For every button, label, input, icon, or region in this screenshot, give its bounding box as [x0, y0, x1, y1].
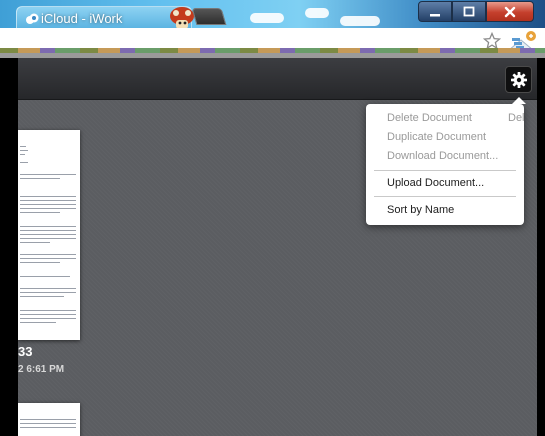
- text-line: [20, 314, 76, 315]
- maximize-button[interactable]: [452, 1, 486, 22]
- text-line: [20, 208, 76, 209]
- tab-title: iCloud - iWork: [41, 11, 123, 26]
- menu-separator: [374, 196, 516, 197]
- text-line: [20, 162, 28, 163]
- text-line: [20, 226, 76, 227]
- cloud-decoration: [340, 16, 380, 26]
- close-button[interactable]: [486, 1, 534, 22]
- window-edge: [537, 58, 545, 436]
- window-controls: [418, 1, 534, 22]
- text-line: [20, 419, 76, 420]
- text-line: [20, 150, 28, 151]
- text-line: [20, 262, 60, 263]
- window-edge: [0, 58, 18, 436]
- text-line: [20, 258, 76, 259]
- document-modified-time: 2 6:61 PM: [18, 364, 65, 375]
- menu-separator: [374, 170, 516, 171]
- document-name[interactable]: 33: [18, 344, 32, 359]
- settings-button[interactable]: [505, 66, 532, 93]
- text-line: [20, 427, 76, 428]
- menu-item-delete-document[interactable]: Delete Document: [387, 112, 472, 124]
- minimize-button[interactable]: [418, 1, 452, 22]
- text-line: [20, 292, 76, 293]
- maximize-icon: [463, 6, 475, 16]
- text-line: [20, 196, 76, 197]
- text-line: [20, 204, 76, 205]
- document-thumbnail[interactable]: [18, 130, 80, 340]
- cloud-decoration: [305, 8, 329, 18]
- text-line: [20, 212, 60, 213]
- gear-icon: [510, 71, 527, 88]
- text-line: [20, 276, 70, 277]
- delete-shortcut-label: Del: [508, 112, 524, 124]
- menu-item-upload-document[interactable]: Upload Document...: [387, 177, 484, 189]
- text-line: [20, 310, 76, 311]
- menu-caret: [512, 97, 526, 104]
- theme-decoration: [0, 48, 545, 53]
- menu-item-download-document[interactable]: Download Document...: [387, 150, 498, 162]
- text-line: [20, 322, 56, 323]
- text-line: [20, 254, 76, 255]
- icloud-favicon-icon: [26, 13, 39, 24]
- text-line: [20, 146, 26, 147]
- text-line: [20, 178, 60, 179]
- close-icon: [504, 6, 516, 17]
- browser-navbar: [0, 28, 545, 58]
- browser-tab[interactable]: iCloud - iWork: [16, 6, 194, 28]
- text-line: [20, 234, 76, 235]
- text-line: [20, 318, 76, 319]
- text-line: [20, 242, 50, 243]
- menu-item-sort-by-name[interactable]: Sort by Name: [387, 204, 454, 216]
- text-line: [20, 174, 76, 175]
- document-thumbnail[interactable]: [18, 403, 80, 436]
- text-line: [20, 154, 25, 155]
- text-line: [20, 296, 64, 297]
- minimize-icon: [430, 13, 440, 16]
- text-line: [20, 230, 76, 231]
- text-line: [20, 238, 76, 239]
- cloud-decoration: [250, 13, 284, 23]
- browser-titlebar: iCloud - iWork: [0, 0, 545, 28]
- menu-item-duplicate-document[interactable]: Duplicate Document: [387, 131, 486, 143]
- new-tab-button[interactable]: [191, 8, 227, 25]
- text-line: [20, 423, 76, 424]
- text-line: [20, 288, 76, 289]
- settings-menu: Delete Document Del Duplicate Document D…: [366, 97, 526, 225]
- text-line: [20, 200, 76, 201]
- iwork-toolbar: [18, 58, 537, 100]
